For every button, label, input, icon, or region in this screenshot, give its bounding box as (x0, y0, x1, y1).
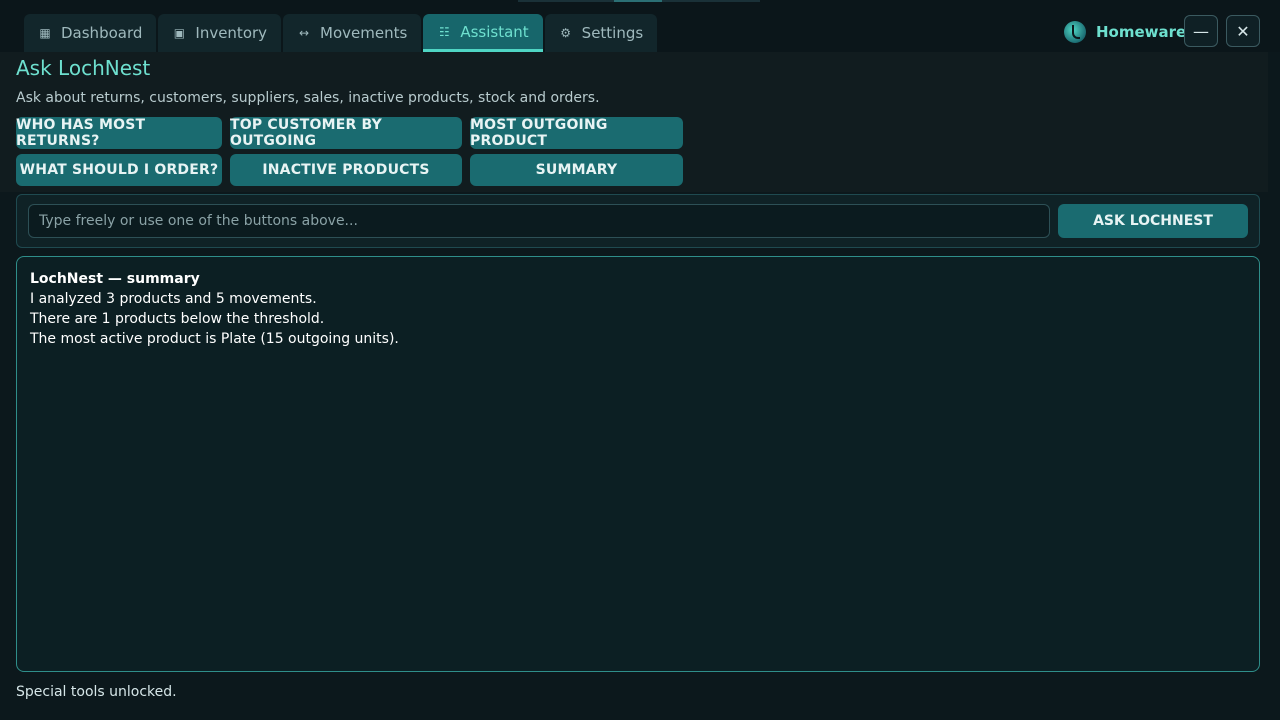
who-has-most-returns-button[interactable]: WHO HAS MOST RETURNS? (16, 117, 222, 149)
tab-label: Dashboard (61, 24, 143, 42)
most-outgoing-product-button[interactable]: MOST OUTGOING PRODUCT (470, 117, 683, 149)
title-bar: ▦ Dashboard ▣ Inventory ↔ Movements ☷ As… (0, 0, 1280, 52)
summary-button[interactable]: SUMMARY (470, 154, 683, 186)
brand: Homeware (1064, 20, 1186, 44)
ask-lochnest-button[interactable]: ASK LOCHNEST (1058, 204, 1248, 238)
top-progress-line (518, 0, 760, 2)
tab-inventory[interactable]: ▣ Inventory (158, 14, 282, 52)
tab-dashboard[interactable]: ▦ Dashboard (24, 14, 157, 52)
what-should-i-order-button[interactable]: WHAT SHOULD I ORDER? (16, 154, 222, 186)
box-icon: ▣ (173, 26, 186, 40)
brand-name: Homeware (1096, 23, 1187, 41)
answer-line: There are 1 products below the threshold… (30, 311, 325, 327)
inactive-products-button[interactable]: INACTIVE PRODUCTS (230, 154, 462, 186)
grid-icon: ▦ (39, 26, 51, 40)
answer-heading: LochNest — summary (30, 271, 200, 287)
answer-line: I analyzed 3 products and 5 movements. (30, 291, 317, 307)
assistant-page: Ask LochNest Ask about returns, customer… (0, 52, 1280, 720)
close-button[interactable]: ✕ (1226, 15, 1260, 47)
answer-panel: LochNest — summary I analyzed 3 products… (16, 256, 1260, 672)
tab-movements[interactable]: ↔ Movements (283, 14, 422, 52)
assistant-header: Ask LochNest Ask about returns, customer… (0, 52, 1268, 192)
tab-settings[interactable]: ⚙ Settings (544, 14, 658, 52)
arrows-icon: ↔ (299, 26, 310, 40)
answer-line: The most active product is Plate (15 out… (30, 331, 399, 347)
list-icon: ☷ (438, 24, 450, 39)
tab-label: Inventory (195, 24, 268, 42)
page-title: Ask LochNest (16, 56, 151, 80)
main-tabs: ▦ Dashboard ▣ Inventory ↔ Movements ☷ As… (24, 14, 658, 52)
tab-label: Assistant (460, 22, 529, 41)
tab-label: Movements (320, 24, 408, 42)
ask-panel: ASK LOCHNEST (16, 194, 1260, 248)
status-text: Special tools unlocked. (16, 684, 177, 700)
tab-label: Settings (581, 24, 644, 42)
minimize-button[interactable]: — (1184, 15, 1218, 47)
page-subtitle: Ask about returns, customers, suppliers,… (16, 90, 600, 106)
top-customer-by-outgoing-button[interactable]: TOP CUSTOMER BY OUTGOING (230, 117, 462, 149)
gear-icon: ⚙ (560, 26, 572, 40)
tab-assistant[interactable]: ☷ Assistant (423, 14, 543, 52)
question-input[interactable] (28, 204, 1050, 238)
lochnest-logo-icon (1064, 21, 1086, 43)
